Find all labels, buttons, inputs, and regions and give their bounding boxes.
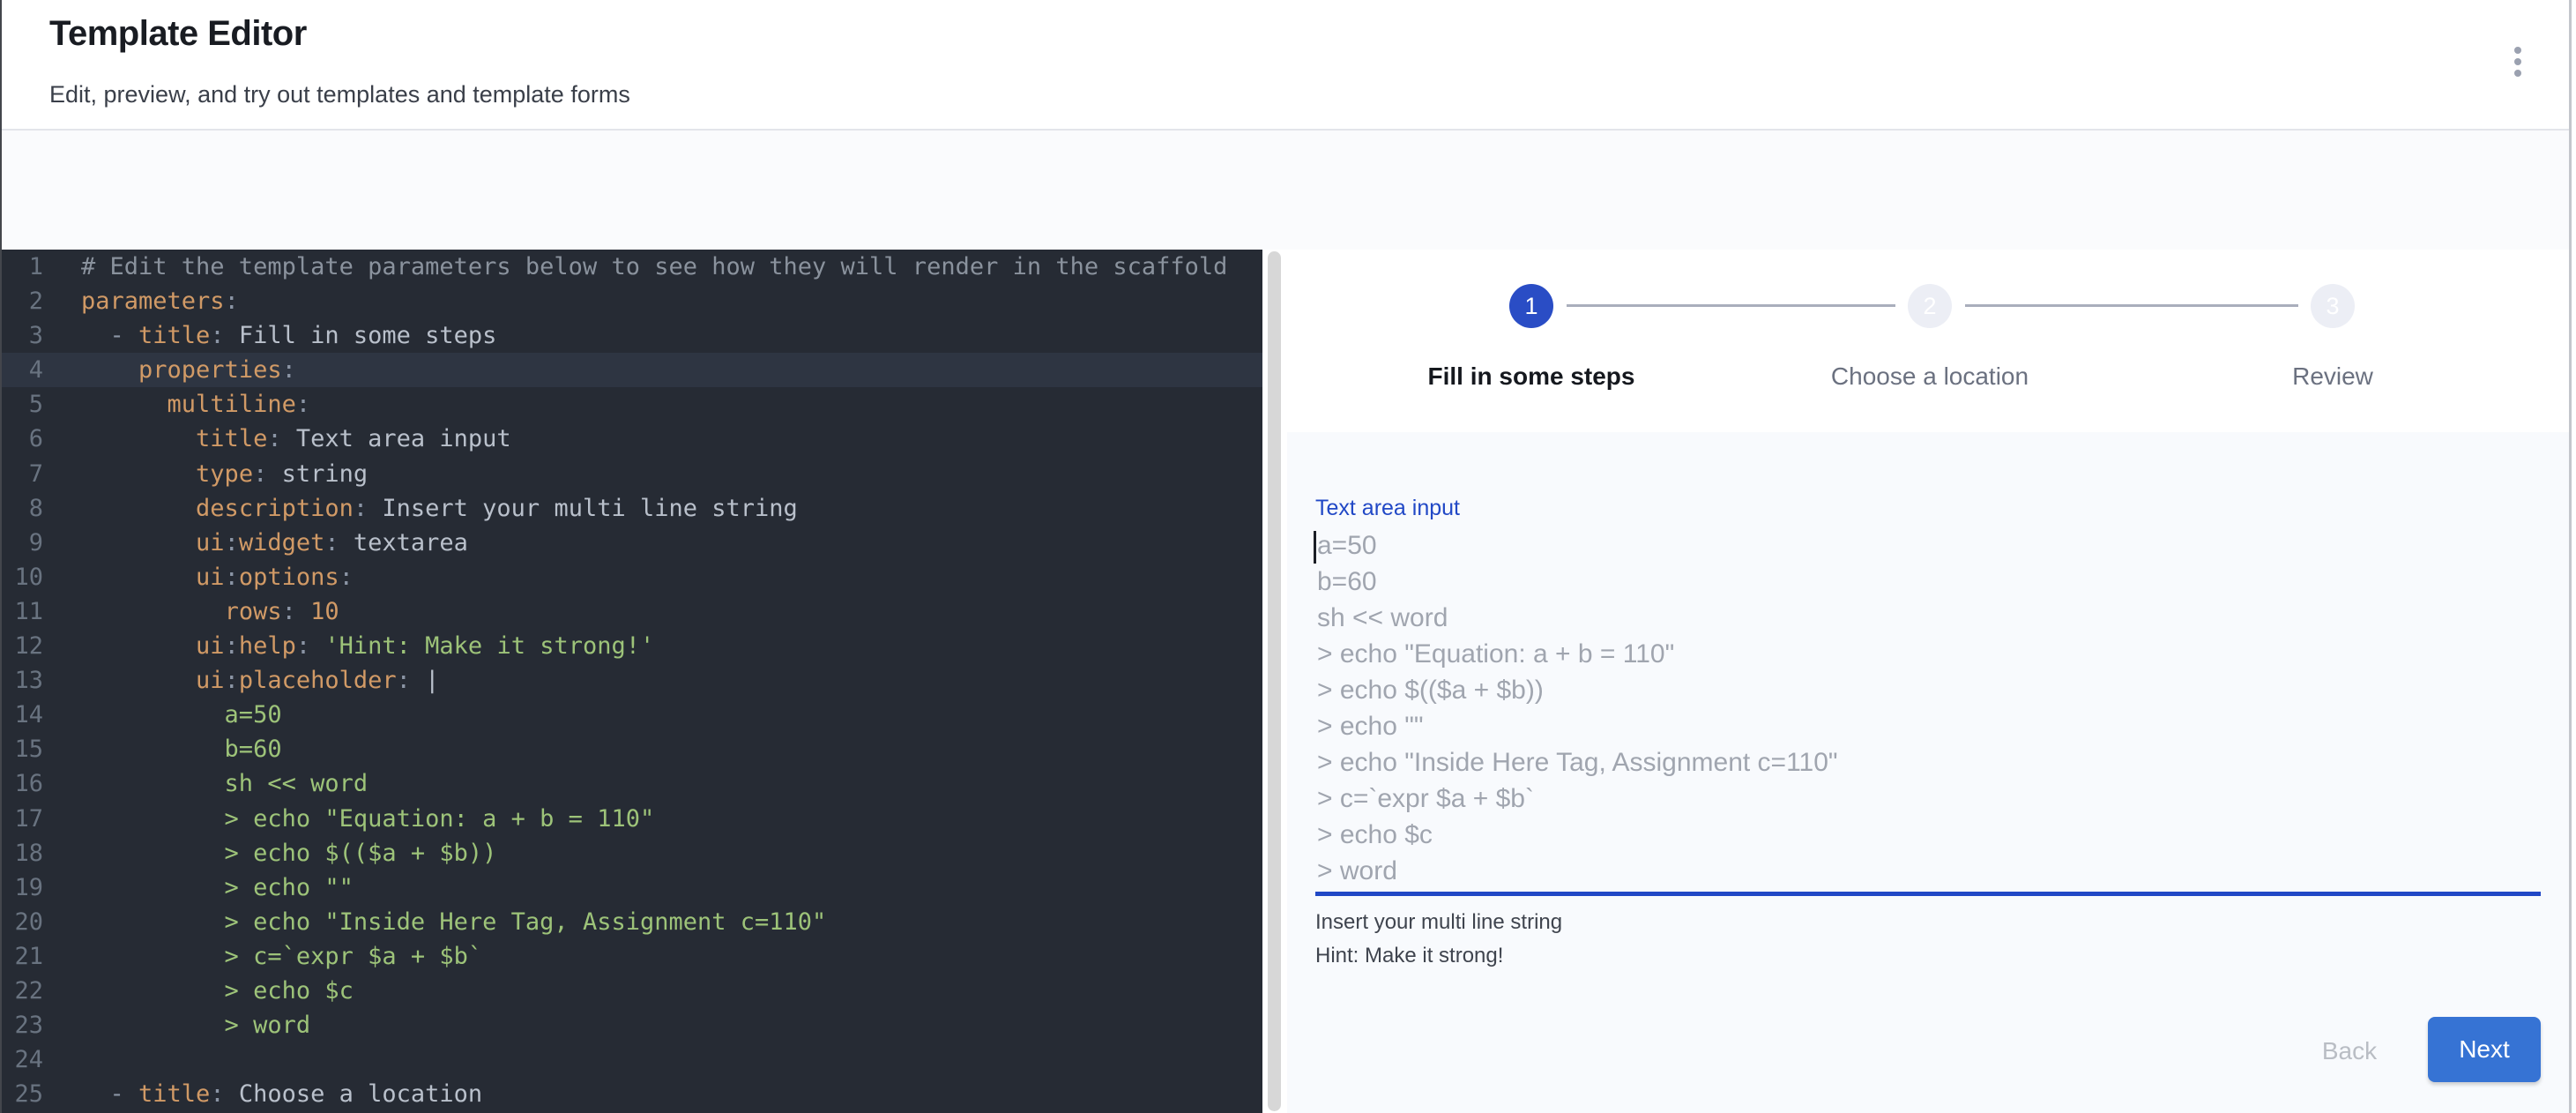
back-button[interactable]: Back — [2292, 1025, 2407, 1078]
step-number: 3 — [2326, 293, 2339, 320]
next-button[interactable]: Next — [2428, 1017, 2541, 1082]
stepper-label-choose-a-location: Choose a location — [1709, 362, 2150, 391]
textarea-input[interactable]: a=50 b=60 sh << word > echo "Equation: a… — [1317, 527, 1838, 889]
line-number: 14 — [2, 698, 43, 732]
line-number: 10 — [2, 560, 43, 594]
template-editor-page: Template Editor Edit, preview, and try o… — [0, 0, 2576, 1113]
code-line: 13 ui:placeholder: | — [2, 663, 1262, 698]
line-number: 21 — [2, 939, 43, 974]
textarea-focus-underline — [1315, 892, 2541, 896]
template-form-preview: 1 2 3 Fill in some steps Choose a locati… — [1287, 250, 2569, 1113]
line-number: 22 — [2, 974, 43, 1008]
line-number: 8 — [2, 491, 43, 526]
line-number: 11 — [2, 594, 43, 629]
code-line: 6 title: Text area input — [2, 422, 1262, 456]
code-line: 5 multiline: — [2, 387, 1262, 422]
form-panel: Text area input a=50 b=60 sh << word > e… — [1287, 432, 2569, 1113]
code-line: 24 — [2, 1042, 1262, 1077]
line-number: 20 — [2, 905, 43, 939]
code-line: 16 sh << word — [2, 766, 1262, 801]
line-number: 12 — [2, 629, 43, 663]
code-line: 9 ui:widget: textarea — [2, 526, 1262, 560]
line-number: 19 — [2, 870, 43, 905]
line-number: 6 — [2, 422, 43, 456]
step-number: 2 — [1923, 293, 1936, 320]
field-hint: Hint: Make it strong! — [1315, 944, 1503, 968]
code-line: 17 > echo "Equation: a + b = 110" — [2, 802, 1262, 836]
line-number: 5 — [2, 387, 43, 422]
stepper-step-1-icon: 1 — [1509, 284, 1553, 328]
kebab-menu-icon — [2514, 47, 2521, 54]
line-number: 15 — [2, 732, 43, 766]
line-number: 16 — [2, 766, 43, 801]
code-line: 23 > word — [2, 1008, 1262, 1042]
code-line: 12 ui:help: 'Hint: Make it strong!' — [2, 629, 1262, 663]
code-line: 20 > echo "Inside Here Tag, Assignment c… — [2, 905, 1262, 939]
stepper-label-fill-in-some-steps: Fill in some steps — [1311, 362, 1752, 391]
stepper-step-3-icon: 3 — [2311, 284, 2355, 328]
page-subtitle: Edit, preview, and try out templates and… — [49, 81, 630, 108]
code-line: 11 rows: 10 — [2, 594, 1262, 629]
code-line: 22 > echo $c — [2, 974, 1262, 1008]
field-description: Insert your multi line string — [1315, 910, 1562, 935]
line-number: 3 — [2, 318, 43, 353]
code-lines: 1# Edit the template parameters below to… — [2, 250, 1262, 1111]
page-right-border — [2569, 0, 2572, 1113]
line-number: 25 — [2, 1077, 43, 1111]
stepper-step-2-icon: 2 — [1908, 284, 1952, 328]
line-number: 2 — [2, 284, 43, 318]
code-line: 18 > echo $(($a + $b)) — [2, 836, 1262, 870]
code-line: 25 - title: Choose a location — [2, 1077, 1262, 1111]
kebab-menu-icon — [2514, 70, 2521, 77]
code-line: 4 properties: — [2, 353, 1262, 387]
stepper-connector — [1567, 304, 1895, 307]
textarea-field-label: Text area input — [1315, 496, 1460, 521]
code-line: 8 description: Insert your multi line st… — [2, 491, 1262, 526]
code-line: 10 ui:options: — [2, 560, 1262, 594]
load-template-row: Load Existing Template — [2, 131, 2569, 250]
line-number: 4 — [2, 353, 43, 387]
code-line: 7 type: string — [2, 457, 1262, 491]
editor-scrollbar-track — [1262, 250, 1287, 1113]
code-line: 21 > c=`expr $a + $b` — [2, 939, 1262, 974]
line-number: 17 — [2, 802, 43, 836]
line-number: 1 — [2, 250, 43, 284]
editor-scrollbar[interactable] — [1268, 251, 1281, 1111]
line-number: 7 — [2, 457, 43, 491]
text-cursor — [1314, 531, 1316, 564]
line-number: 9 — [2, 526, 43, 560]
line-number: 13 — [2, 663, 43, 698]
line-number: 24 — [2, 1042, 43, 1077]
step-number: 1 — [1524, 293, 1537, 320]
code-line: 1# Edit the template parameters below to… — [2, 250, 1262, 284]
more-options-button[interactable] — [2500, 39, 2535, 85]
code-editor[interactable]: 1# Edit the template parameters below to… — [2, 250, 1262, 1113]
line-number: 18 — [2, 836, 43, 870]
stepper-connector — [1965, 304, 2298, 307]
page-title: Template Editor — [49, 14, 307, 54]
code-line: 19 > echo "" — [2, 870, 1262, 905]
line-number: 23 — [2, 1008, 43, 1042]
stepper-label-review: Review — [2112, 362, 2553, 391]
code-line: 15 b=60 — [2, 732, 1262, 766]
kebab-menu-icon — [2514, 58, 2521, 65]
code-line: 2parameters: — [2, 284, 1262, 318]
code-line: 14 a=50 — [2, 698, 1262, 732]
code-line: 3 - title: Fill in some steps — [2, 318, 1262, 353]
